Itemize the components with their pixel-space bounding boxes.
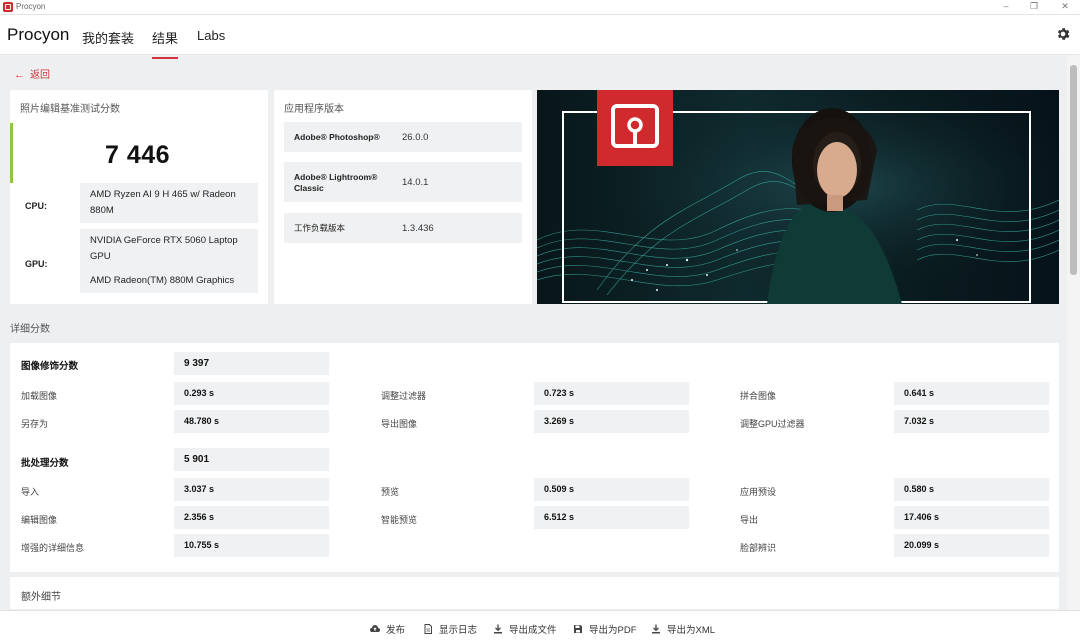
gpu-value-primary: NVIDIA GeForce RTX 5060 Laptop GPU (90, 235, 238, 262)
publish-button[interactable]: 发布 (370, 622, 405, 636)
extra-details-title: 额外细节 (21, 592, 61, 603)
export-xml-button[interactable]: 导出为XML (651, 622, 715, 636)
cpu-value-box: AMD Ryzen AI 9 H 465 w/ Radeon 880M (80, 183, 258, 223)
tab-my-suites[interactable]: 我的套装 (82, 28, 134, 47)
metric-value: 10.755 s (174, 534, 329, 557)
gpu-value-secondary: AMD Radeon(TM) 880M Graphics (90, 275, 235, 286)
hero-illustration (537, 90, 1059, 304)
download-icon (494, 624, 502, 634)
top-header: Procyon 我的套装 结果 Labs (0, 15, 1080, 59)
scrollbar-thumb[interactable] (1070, 65, 1077, 275)
show-log-label: 显示日志 (439, 625, 478, 636)
cloud-upload-icon (370, 625, 380, 632)
batch-score-label: 批处理分数 (21, 458, 69, 469)
cpu-value: AMD Ryzen AI 9 H 465 w/ Radeon 880M (90, 189, 236, 216)
export-pdf-button[interactable]: 导出为PDF (573, 622, 637, 636)
export-xml-label: 导出为XML (667, 625, 716, 636)
export-pdf-label: 导出为PDF (589, 625, 637, 636)
overall-score: 7 446 (105, 141, 171, 169)
minimize-icon[interactable]: – (1000, 1, 1012, 11)
metric-value: 0.723 s (534, 382, 689, 405)
export-file-label: 导出成文件 (509, 625, 557, 636)
tab-results[interactable]: 结果 (152, 28, 179, 59)
close-icon[interactable]: ✕ (1059, 1, 1071, 12)
benchmark-score-card: 照片编辑基准测试分数 7 446 CPU: AMD Ryzen AI 9 H 4… (10, 90, 268, 304)
restore-icon[interactable]: ❐ (1028, 1, 1040, 12)
detailed-scores-card: 图像修饰分数 9 397 加载图像 0.293 s 调整过滤器 0.723 s … (10, 343, 1059, 572)
vertical-scrollbar[interactable] (1067, 55, 1080, 610)
app-version: 1.3.436 (402, 223, 434, 234)
metric-value: 0.509 s (534, 478, 689, 501)
score-indicator-bar (10, 123, 13, 183)
procyon-logo-block (597, 90, 673, 166)
window-title: Procyon (16, 2, 46, 11)
app-name: Adobe® Photoshop® (294, 132, 380, 142)
metric-label: 调整过滤器 (381, 391, 427, 401)
export-file-button[interactable]: 导出成文件 (493, 622, 557, 636)
metric-label: 导出图像 (381, 419, 418, 429)
metric-value: 48.780 s (174, 410, 329, 433)
gpu-label: GPU: (25, 259, 48, 269)
extra-details-card[interactable]: 额外细节 (10, 577, 1059, 609)
metric-label: 加载图像 (21, 391, 58, 401)
document-icon (424, 624, 432, 634)
app-version: 14.0.1 (402, 177, 429, 188)
app-versions-card: 应用程序版本 Adobe® Photoshop® 26.0.0 Adobe® L… (274, 90, 532, 304)
title-bar: Procyon – ❐ ✕ (0, 0, 1080, 15)
retouch-score-value: 9 397 (174, 352, 329, 375)
back-label: 返回 (30, 70, 50, 81)
app-name: Adobe® Lightroom® Classic (294, 172, 378, 193)
save-icon (574, 625, 582, 633)
metric-label: 导出 (740, 515, 759, 525)
app-row-workload: 工作负载版本 1.3.436 (284, 213, 522, 243)
metric-value: 0.641 s (894, 382, 1049, 405)
app-logo-icon (3, 2, 13, 12)
gpu-value-box: NVIDIA GeForce RTX 5060 Laptop GPU AMD R… (80, 229, 258, 293)
metric-label: 调整GPU过滤器 (740, 419, 805, 429)
metric-label: 智能预览 (381, 515, 418, 525)
brand-title: Procyon (7, 25, 70, 44)
app-version: 26.0.0 (402, 132, 429, 143)
metric-value: 20.099 s (894, 534, 1049, 557)
app-name: 工作负载版本 (294, 223, 346, 233)
arrow-left-icon: ← (14, 69, 25, 81)
metric-value: 17.406 s (894, 506, 1049, 529)
app-row-lightroom: Adobe® Lightroom® Classic 14.0.1 (284, 162, 522, 202)
footer-toolbar: 发布 显示日志 导出成文件 导出为PDF 导出为XML (0, 610, 1080, 644)
metric-label: 拼合图像 (740, 391, 777, 401)
metric-label: 编辑图像 (21, 515, 58, 525)
hero-banner-image (537, 90, 1059, 304)
settings-gear-icon[interactable] (1055, 26, 1071, 42)
metric-label: 导入 (21, 487, 40, 497)
metric-value: 0.293 s (174, 382, 329, 405)
metric-label: 应用预设 (740, 487, 777, 497)
show-log-button[interactable]: 显示日志 (423, 622, 477, 636)
back-link[interactable]: ← 返回 (14, 66, 50, 81)
metric-value: 7.032 s (894, 410, 1049, 433)
metric-label: 增强的详细信息 (21, 543, 85, 553)
score-card-title: 照片编辑基准测试分数 (20, 104, 120, 115)
metric-label: 另存为 (21, 419, 49, 429)
metric-label: 脸部辨识 (740, 543, 777, 553)
download-icon (652, 624, 660, 634)
metric-label: 预览 (381, 487, 400, 497)
retouch-score-label: 图像修饰分数 (21, 361, 79, 372)
cpu-label: CPU: (25, 201, 47, 211)
metric-value: 3.269 s (534, 410, 689, 433)
metric-value: 3.037 s (174, 478, 329, 501)
metric-value: 0.580 s (894, 478, 1049, 501)
publish-label: 发布 (386, 625, 406, 636)
batch-score-value: 5 901 (174, 448, 329, 471)
tab-labs[interactable]: Labs (197, 28, 225, 43)
metric-value: 6.512 s (534, 506, 689, 529)
metric-value: 2.356 s (174, 506, 329, 529)
details-section-title: 详细分数 (10, 324, 50, 335)
app-card-title: 应用程序版本 (284, 104, 344, 115)
app-row-photoshop: Adobe® Photoshop® 26.0.0 (284, 122, 522, 152)
